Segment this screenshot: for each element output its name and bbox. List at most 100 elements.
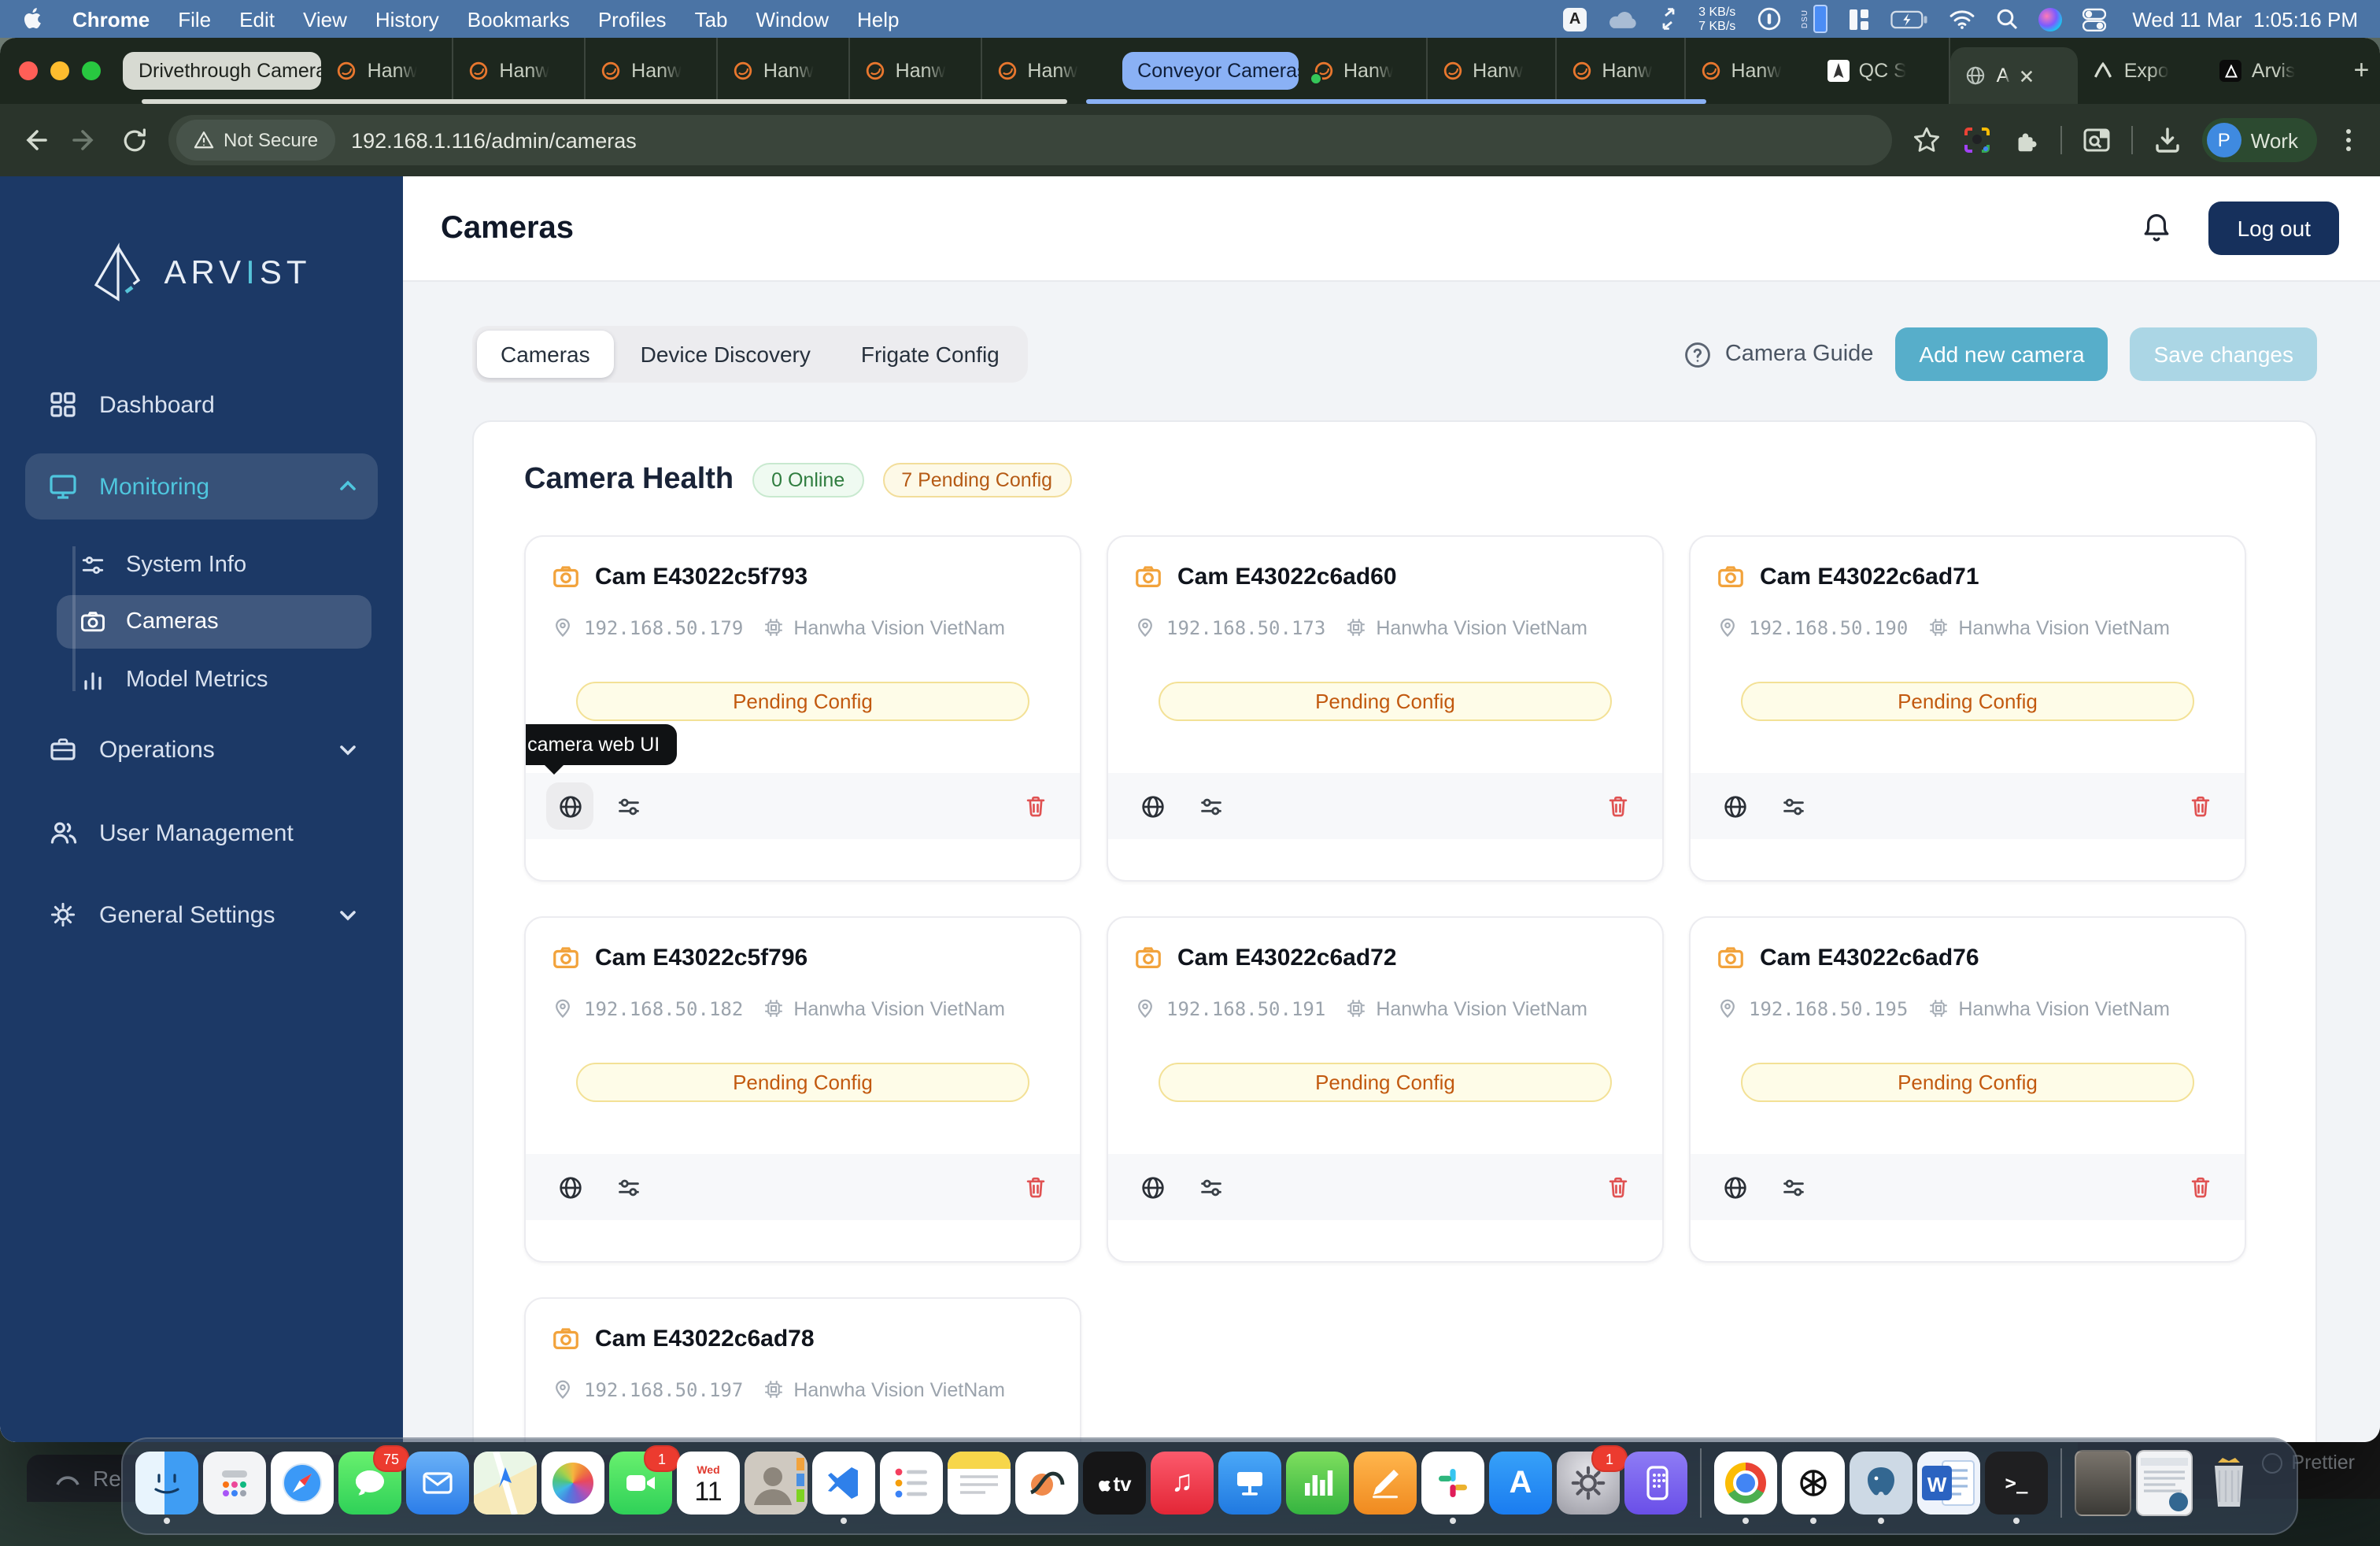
menu-window[interactable]: Window [756,7,830,31]
dock-terminal[interactable]: >_ [1985,1452,2048,1524]
camera-settings-button[interactable] [604,782,652,830]
menubar-clock[interactable]: Wed 11 Mar 1:05:16 PM [2132,7,2358,31]
apple-menu-icon[interactable] [22,6,44,31]
dock-mail[interactable] [406,1452,469,1515]
sidebar-item-model-metrics[interactable]: Model Metrics [57,653,371,707]
tab-hanwha-9[interactable]: Hanw [1556,38,1686,104]
lens-extension-icon[interactable] [1961,124,1993,156]
save-changes-button[interactable]: Save changes [2130,327,2317,381]
window-tiles-icon[interactable] [1847,7,1869,31]
tab-group-conveyor[interactable]: Conveyor Cameras [1122,52,1298,90]
dock-minimized-window-pgadmin[interactable] [2136,1450,2193,1516]
dock-system-settings[interactable]: 1 [1557,1445,1628,1515]
dock-contacts[interactable] [745,1452,808,1515]
minimize-window-button[interactable] [50,61,69,80]
extensions-puzzle-icon[interactable] [2012,125,2042,155]
side-panel-search-icon[interactable] [2081,124,2112,156]
camera-settings-button[interactable] [1187,782,1234,830]
forward-icon[interactable] [69,124,101,156]
sidebar-item-operations[interactable]: Operations [25,718,378,781]
dock-photos[interactable] [541,1452,604,1515]
onepassword-icon[interactable] [1756,6,1781,31]
tab-hanwha-1[interactable]: Hanw [322,38,454,104]
wifi-icon[interactable] [1948,9,1975,29]
open-camera-web-ui-button[interactable] [1711,782,1758,830]
tab-hanwha-7[interactable]: Hanw [1298,38,1428,104]
battery-icon[interactable] [1890,9,1927,29]
dock-pages[interactable] [1354,1452,1417,1515]
tab-hanwha-5[interactable]: Hanw [850,38,982,104]
url-text[interactable]: 192.168.1.116/admin/cameras [351,128,637,152]
siri-icon[interactable] [2038,7,2062,31]
sidebar-item-general-settings[interactable]: General Settings [25,883,378,946]
camera-settings-button[interactable] [604,1163,652,1211]
delete-camera-button[interactable] [1595,782,1642,830]
tab-expo[interactable]: Expo [2079,38,2206,104]
camera-settings-button[interactable] [1769,1163,1816,1211]
browser-menu-icon[interactable] [2336,126,2361,154]
menu-bookmarks[interactable]: Bookmarks [468,7,570,31]
spotlight-icon[interactable] [1995,8,2017,30]
network-arrows-icon[interactable] [1659,8,1678,30]
dock-postgres[interactable] [1850,1452,1913,1524]
camera-settings-button[interactable] [1769,782,1816,830]
download-icon[interactable] [2152,124,2183,156]
dock-iphone-mirroring[interactable] [1624,1452,1687,1515]
delete-camera-button[interactable] [1012,1163,1059,1211]
control-center-icon[interactable] [2082,7,2106,31]
address-bar[interactable]: Not Secure 192.168.1.116/admin/cameras [168,115,1892,165]
menu-profiles[interactable]: Profiles [598,7,667,31]
open-camera-web-ui-button[interactable] [1129,1163,1176,1211]
new-tab-button[interactable]: + [2343,50,2380,91]
menu-view[interactable]: View [303,7,347,31]
dock-notes[interactable] [948,1452,1011,1515]
tab-frigate-config[interactable]: Frigate Config [837,331,1023,378]
stats-widget-icon[interactable]: DSU [1800,5,1828,33]
sidebar-item-monitoring[interactable]: Monitoring [25,453,378,520]
dock-music[interactable]: ♫ [1151,1452,1214,1515]
close-tab-icon[interactable] [2019,68,2033,83]
dock-trash[interactable] [2197,1452,2260,1515]
profile-chip[interactable]: P Work [2201,118,2317,162]
delete-camera-button[interactable] [2177,782,2224,830]
menu-help[interactable]: Help [857,7,900,31]
dock-appletv[interactable]: tv [1083,1452,1146,1515]
tab-hanwha-2[interactable]: Hanw [453,38,586,104]
dock-minimized-window-photo[interactable] [2075,1450,2131,1516]
network-speed[interactable]: 3 KB/s 7 KB/s [1698,5,1735,33]
dock-chatgpt[interactable] [1782,1452,1845,1524]
dock-launchpad[interactable] [203,1452,266,1515]
logout-button[interactable]: Log out [2208,202,2339,255]
camera-settings-button[interactable] [1187,1163,1234,1211]
dock-messages[interactable]: 75 [338,1445,409,1515]
reload-icon[interactable] [120,125,150,155]
open-camera-web-ui-button[interactable] [546,782,593,830]
dock-freeform[interactable] [1015,1452,1078,1515]
open-camera-web-ui-button[interactable] [1711,1163,1758,1211]
menubar-app-name[interactable]: Chrome [72,7,150,31]
bookmark-star-icon[interactable] [1911,124,1942,156]
status-app-icon[interactable]: A [1563,7,1587,31]
dock-maps[interactable] [474,1452,537,1515]
dock-calendar[interactable]: Wed 11 [677,1452,740,1515]
dock-finder[interactable] [135,1452,198,1524]
dock-facetime[interactable]: 1 [609,1445,680,1515]
sidebar-item-system-info[interactable]: System Info [57,538,371,592]
dock-safari[interactable] [271,1452,334,1515]
camera-guide-link[interactable]: Camera Guide [1683,339,1873,369]
sidebar-item-user-management[interactable]: User Management [25,801,378,864]
close-window-button[interactable] [19,61,38,80]
open-camera-web-ui-button[interactable] [1129,782,1176,830]
menu-tab[interactable]: Tab [695,7,728,31]
menu-history[interactable]: History [375,7,439,31]
zoom-window-button[interactable] [82,61,101,80]
tab-hanwha-6[interactable]: Hanw [981,38,1112,104]
tab-hanwha-3[interactable]: Hanw [586,38,718,104]
tab-qc[interactable]: QC S [1813,38,1951,104]
security-chip[interactable]: Not Secure [176,120,336,161]
open-camera-web-ui-button[interactable] [546,1163,593,1211]
dock-reminders[interactable] [880,1452,943,1515]
tab-hanwha-4[interactable]: Hanw [718,38,850,104]
tab-arvis[interactable]: Arvis [2206,38,2334,104]
tab-group-drivethrough[interactable]: Drivethrough Camera [123,52,322,90]
